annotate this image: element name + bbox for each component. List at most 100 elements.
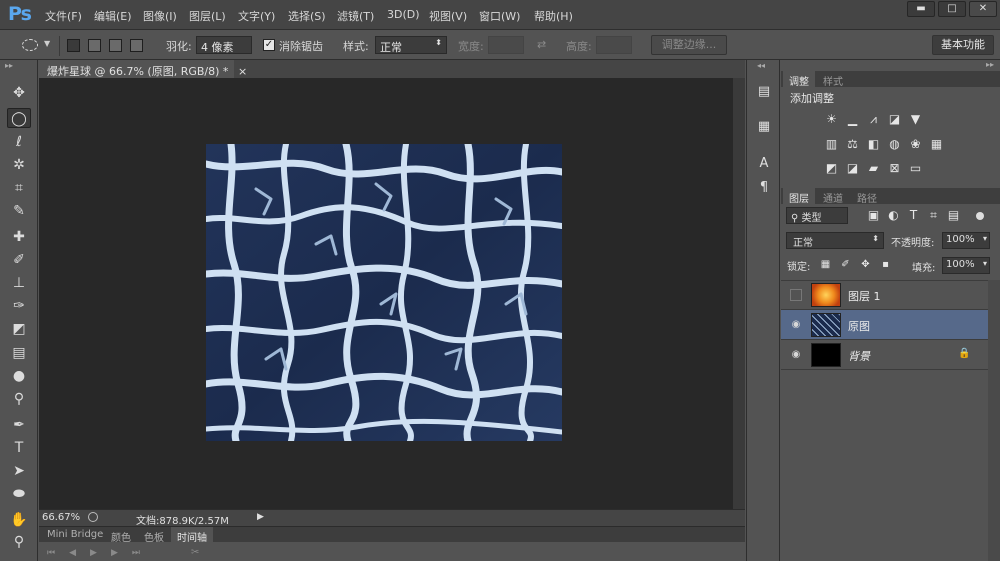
pen-tool-icon[interactable]: ✒ — [7, 415, 31, 435]
menu-edit[interactable]: 编辑(E) — [94, 8, 132, 24]
lock-transparency-icon[interactable]: ▦ — [818, 258, 833, 272]
menu-layer[interactable]: 图层(L) — [189, 8, 226, 24]
menu-3d[interactable]: 3D(D) — [387, 8, 420, 21]
swap-icon[interactable]: ⇄ — [537, 38, 546, 51]
brightness-icon[interactable]: ☀ — [824, 112, 839, 126]
tab-swatches[interactable]: 色板 — [138, 527, 170, 544]
filter-type-icon[interactable]: T — [906, 208, 921, 222]
layer-filter-select[interactable]: ⚲ 类型 — [786, 207, 848, 224]
eyedropper-tool-icon[interactable]: ✎ — [7, 201, 31, 221]
clone-stamp-tool-icon[interactable]: ⊥ — [7, 273, 31, 293]
hue-saturation-icon[interactable]: ▥ — [824, 137, 839, 151]
new-selection-icon[interactable] — [67, 39, 80, 52]
tab-adjustments[interactable]: 调整 — [783, 71, 815, 88]
layer-row-layer1[interactable]: 图层 1 — [781, 280, 1000, 310]
chevron-down-icon[interactable]: ▼ — [44, 39, 50, 48]
history-panel-icon[interactable]: ▤ — [754, 82, 774, 102]
crop-tool-icon[interactable]: ⌗ — [7, 178, 31, 198]
menu-image[interactable]: 图像(I) — [143, 8, 177, 24]
close-window-button[interactable]: ✕ — [969, 1, 997, 17]
document-tab[interactable]: 爆炸星球 @ 66.7% (原图, RGB/8) * × — [39, 60, 247, 78]
blend-mode-select[interactable]: 正常 ⬍ — [786, 232, 884, 249]
menu-select[interactable]: 选择(S) — [288, 8, 326, 24]
color-balance-icon[interactable]: ⚖ — [845, 137, 860, 151]
feather-input[interactable]: 4 像素 — [196, 36, 252, 54]
lock-pixels-icon[interactable]: ✐ — [838, 258, 853, 272]
levels-icon[interactable]: ▁ — [845, 112, 860, 126]
eraser-tool-icon[interactable]: ◩ — [7, 319, 31, 339]
ellipse-shape-tool-icon[interactable]: ⬬ — [7, 484, 31, 504]
tab-color[interactable]: 颜色 — [105, 527, 137, 544]
refine-edge-button[interactable]: 调整边缘... — [651, 35, 727, 55]
history-brush-tool-icon[interactable]: ✑ — [7, 296, 31, 316]
lock-position-icon[interactable]: ✥ — [858, 258, 873, 272]
color-lookup-icon[interactable]: ▦ — [929, 137, 944, 151]
height-input[interactable] — [596, 36, 632, 54]
add-to-selection-icon[interactable] — [88, 39, 101, 52]
layers-scrollbar[interactable] — [988, 280, 1000, 561]
brush-tool-icon[interactable]: ✐ — [7, 250, 31, 270]
collapse-dock-icon[interactable]: ▸▸ — [986, 60, 994, 69]
hand-tool-icon[interactable]: ✋ — [7, 510, 31, 530]
filter-adjustment-icon[interactable]: ◐ — [886, 208, 901, 222]
menu-window[interactable]: 窗口(W) — [479, 8, 520, 24]
menu-help[interactable]: 帮助(H) — [534, 8, 573, 24]
blur-tool-icon[interactable]: ● — [7, 366, 31, 386]
tab-mini-bridge[interactable]: Mini Bridge — [41, 527, 109, 543]
channel-mixer-icon[interactable]: ❀ — [908, 137, 923, 151]
opacity-input[interactable]: 100% ▾ — [942, 232, 990, 249]
lasso-tool-icon[interactable]: ℓ — [7, 132, 31, 152]
collapse-icon[interactable]: ▸▸ — [5, 61, 13, 70]
eye-icon[interactable]: ◉ — [790, 319, 802, 331]
layer-name[interactable]: 原图 — [848, 318, 870, 334]
menu-view[interactable]: 视图(V) — [429, 8, 467, 24]
photo-filter-icon[interactable]: ◍ — [887, 137, 902, 151]
curves-icon[interactable]: ⩘ — [866, 112, 881, 126]
status-menu-arrow-icon[interactable]: ▶ — [257, 512, 264, 522]
visibility-toggle-off[interactable] — [790, 289, 802, 301]
threshold-icon[interactable]: ▰ — [866, 161, 881, 175]
zoom-level[interactable]: 66.67% — [42, 512, 80, 523]
elliptical-marquee-tool-icon[interactable]: ◯ — [7, 108, 31, 128]
move-tool-icon[interactable]: ✥ — [7, 83, 31, 103]
layer-name[interactable]: 图层 1 — [848, 288, 881, 304]
eye-icon[interactable]: ◉ — [790, 349, 802, 361]
gradient-map-icon[interactable]: ▭ — [908, 161, 923, 175]
selective-color-icon[interactable]: ⊠ — [887, 161, 902, 175]
posterize-icon[interactable]: ◪ — [845, 161, 860, 175]
layer-name[interactable]: 背景 — [848, 348, 870, 364]
path-selection-tool-icon[interactable]: ➤ — [7, 461, 31, 481]
properties-panel-icon[interactable]: ▦ — [754, 117, 774, 137]
type-tool-icon[interactable]: T — [7, 438, 31, 458]
filter-shape-icon[interactable]: ⌗ — [926, 208, 941, 222]
filter-toggle-icon[interactable] — [976, 212, 984, 220]
filter-pixel-icon[interactable]: ▣ — [866, 208, 881, 222]
tab-channels[interactable]: 通道 — [817, 188, 849, 205]
invert-icon[interactable]: ◩ — [824, 161, 839, 175]
menu-file[interactable]: 文件(F) — [45, 8, 82, 24]
vibrance-icon[interactable]: ▼ — [908, 112, 923, 126]
workspace-button[interactable]: 基本功能 — [932, 35, 994, 55]
status-icon[interactable] — [88, 512, 98, 522]
minimize-button[interactable]: ▬ — [907, 1, 935, 17]
gradient-tool-icon[interactable]: ▤ — [7, 343, 31, 363]
elliptical-marquee-preset-icon[interactable] — [22, 39, 38, 51]
width-input[interactable] — [488, 36, 524, 54]
tab-layers[interactable]: 图层 — [783, 188, 815, 205]
fill-input[interactable]: 100% ▾ — [942, 257, 990, 274]
document-image-cracked-ground[interactable] — [206, 144, 562, 441]
layer-row-original-selected[interactable]: ◉ 原图 — [781, 310, 1000, 340]
timeline-controls-icon[interactable]: ⏮◀▶▶⏭ — [47, 548, 154, 558]
menu-type[interactable]: 文字(Y) — [238, 8, 275, 24]
tab-styles[interactable]: 样式 — [817, 71, 849, 88]
lock-all-icon[interactable]: ▪ — [878, 258, 893, 272]
exposure-icon[interactable]: ◪ — [887, 112, 902, 126]
layer-row-background[interactable]: ◉ 背景 🔒 — [781, 340, 1000, 370]
tab-timeline[interactable]: 时间轴 — [171, 527, 213, 544]
intersect-selection-icon[interactable] — [130, 39, 143, 52]
character-panel-icon[interactable]: A — [754, 154, 774, 174]
tab-paths[interactable]: 路径 — [851, 188, 883, 205]
split-icon[interactable]: ✂ — [191, 547, 199, 558]
menu-filter[interactable]: 滤镜(T) — [337, 8, 374, 24]
close-tab-icon[interactable]: × — [238, 65, 247, 78]
